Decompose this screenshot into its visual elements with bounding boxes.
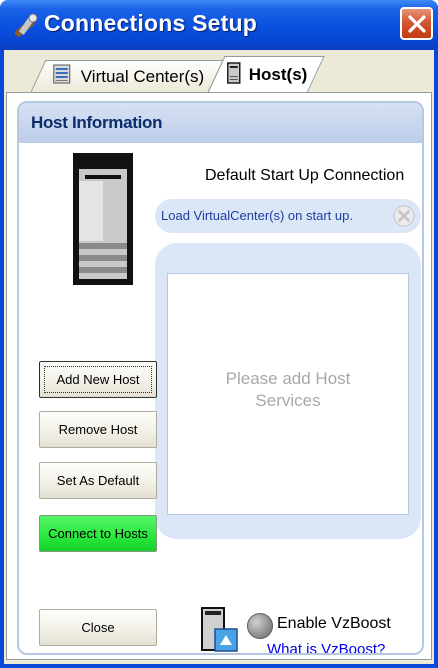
clear-icon[interactable] bbox=[393, 205, 415, 232]
load-virtualcenter-option[interactable]: Load VirtualCenter(s) on start up. bbox=[155, 199, 421, 233]
panel-header: Host Information bbox=[19, 103, 422, 143]
tab-hosts[interactable]: Host(s) bbox=[207, 56, 325, 93]
connect-to-hosts-label: Connect to Hosts bbox=[48, 526, 148, 541]
set-as-default-button[interactable]: Set As Default bbox=[39, 462, 157, 499]
empty-message-line-1: Please add Host bbox=[225, 369, 351, 388]
focus-rectangle bbox=[44, 366, 152, 393]
load-virtualcenter-label: Load VirtualCenter(s) on start up. bbox=[161, 208, 353, 223]
title-bar[interactable]: Connections Setup bbox=[0, 0, 438, 50]
empty-list-message: Please add Host Services bbox=[168, 368, 408, 412]
tab-strip: Virtual Center(s) Host(s) bbox=[4, 50, 434, 94]
tab-virtual-centers[interactable]: Virtual Center(s) bbox=[30, 60, 224, 92]
tab-virtual-centers-label: Virtual Center(s) bbox=[80, 66, 205, 86]
host-information-panel: Host Information Default Start Up Connec… bbox=[17, 101, 424, 655]
window-title: Connections Setup bbox=[44, 10, 257, 36]
remove-host-button[interactable]: Remove Host bbox=[39, 411, 157, 448]
host-server-icon bbox=[71, 151, 135, 292]
default-startup-label: Default Start Up Connection bbox=[205, 167, 405, 184]
close-button[interactable]: Close bbox=[39, 609, 157, 646]
enable-vzboost-label: Enable VzBoost bbox=[277, 615, 391, 632]
wrench-screwdriver-icon bbox=[10, 10, 40, 40]
empty-message-line-2: Services bbox=[255, 391, 321, 410]
set-as-default-label: Set As Default bbox=[56, 473, 140, 488]
host-server-icon bbox=[227, 61, 241, 89]
server-rack-icon bbox=[53, 64, 71, 89]
remove-host-label: Remove Host bbox=[58, 422, 138, 437]
client-area: Virtual Center(s) Host(s) Host Informati… bbox=[4, 50, 434, 664]
panel-title: Host Information bbox=[31, 113, 163, 132]
connections-setup-window: Connections Setup Virtual Center(s) Host… bbox=[0, 0, 438, 668]
hosts-tab-page: Host Information Default Start Up Connec… bbox=[6, 92, 432, 660]
connect-to-hosts-button[interactable]: Connect to Hosts bbox=[39, 515, 157, 552]
close-label: Close bbox=[81, 620, 115, 635]
tab-hosts-label: Host(s) bbox=[248, 65, 308, 84]
close-icon bbox=[408, 15, 426, 33]
enable-vzboost-toggle[interactable] bbox=[247, 613, 273, 639]
vzboost-device-icon bbox=[201, 607, 241, 653]
what-is-vzboost-link[interactable]: What is VzBoost? bbox=[267, 641, 385, 653]
add-new-host-button[interactable]: Add New Host bbox=[39, 361, 157, 398]
close-window-button[interactable] bbox=[400, 7, 433, 40]
host-services-list[interactable]: Please add Host Services bbox=[167, 273, 409, 515]
